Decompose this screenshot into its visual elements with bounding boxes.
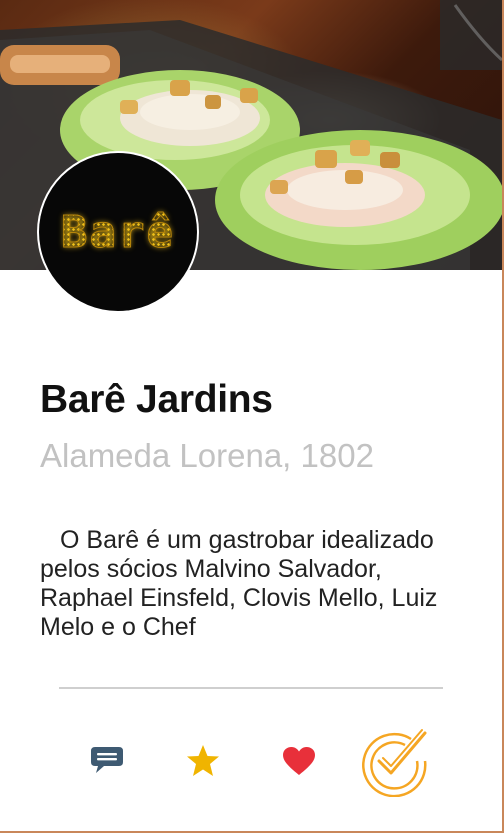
comment-button[interactable]: [88, 743, 126, 777]
favorite-star-button[interactable]: [184, 742, 222, 780]
like-heart-button[interactable]: [279, 744, 319, 778]
divider: [59, 687, 443, 689]
restaurant-description: O Barê é um gastrobar idealizado pelos s…: [40, 526, 438, 641]
restaurant-name: Barê Jardins: [40, 378, 273, 421]
logo-text: Barê: [61, 206, 175, 258]
comment-icon: [91, 747, 123, 773]
check-in-button[interactable]: [359, 725, 431, 797]
heart-icon: [283, 747, 315, 775]
restaurant-address: Alameda Lorena, 1802: [40, 437, 374, 474]
restaurant-logo: Barê: [39, 153, 197, 311]
check-in-icon: [362, 729, 427, 797]
star-icon: [187, 745, 219, 776]
restaurant-card: Barê Barê Jardins Alameda Lorena, 1802 O…: [0, 0, 504, 833]
